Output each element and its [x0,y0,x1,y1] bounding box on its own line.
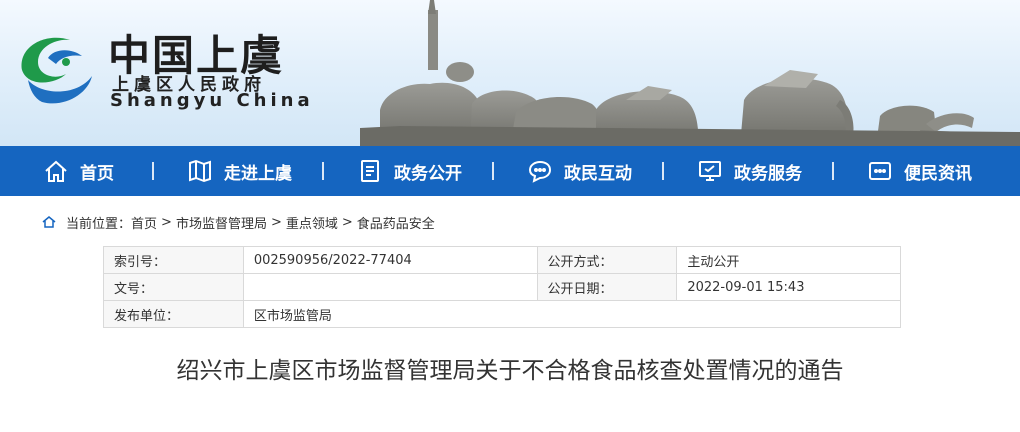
nav-divider [152,162,154,180]
main-nav: 首页 走进上虞 政务公开 政民互动 政务服务 便民资讯 [0,146,1020,196]
article-title: 绍兴市上虞区市场监督管理局关于不合格食品核查处置情况的通告 [176,358,844,384]
shangyu-logo-icon[interactable] [8,18,104,114]
breadcrumb-separator: > [270,214,282,230]
chat-icon [528,160,552,183]
nav-divider [832,162,834,180]
nav-item-about[interactable]: 走进上虞 [186,146,292,196]
home-icon [42,216,56,228]
info-board-icon [869,162,891,180]
nav-item-gov-affairs[interactable]: 政务公开 [356,146,462,196]
breadcrumb-link-home[interactable]: 首页 [131,213,157,232]
issuer-value: 区市场监管局 [242,300,902,328]
open-mode-label: 公开方式： [536,246,678,274]
open-mode-value: 主动公开 [676,246,901,274]
nav-item-interaction[interactable]: 政民互动 [526,146,632,196]
open-date-value: 2022-09-01 15:43 [676,273,901,301]
table-row: 发布单位： 区市场监管局 [103,300,902,328]
breadcrumb-prefix: 当前位置： [66,216,132,232]
breadcrumb-link-key-areas[interactable]: 重点领域 [286,213,338,232]
nav-divider [492,162,494,180]
document-icon [361,160,379,182]
nav-divider [322,162,324,180]
logo-english: Shangyu China [110,90,314,111]
breadcrumb-link-bureau[interactable]: 市场监督管理局 [176,213,267,232]
home-icon [45,160,67,182]
issuer-label: 发布单位： [103,300,244,328]
breadcrumb-link-food-drug[interactable]: 食品药品安全 [357,213,435,232]
breadcrumb-separator: > [341,214,353,230]
elephant-sculpture-image [360,0,1020,146]
open-date-label: 公开日期： [536,273,678,301]
map-icon [189,159,211,183]
nav-item-home[interactable]: 首页 [42,146,114,196]
nav-label: 便民资讯 [904,163,972,184]
nav-label: 政务公开 [394,163,462,184]
nav-label: 政务服务 [734,163,802,184]
table-row: 文号： 公开日期： 2022-09-01 15:43 [103,273,901,301]
table-row: 索引号： 002590956/2022-77404 公开方式： 主动公开 [103,246,901,274]
nav-label: 走进上虞 [224,163,292,184]
nav-divider [662,162,664,180]
breadcrumb-separator: > [161,214,172,230]
nav-item-info[interactable]: 便民资讯 [866,146,972,196]
nav-label: 首页 [80,163,114,184]
index-value: 002590956/2022-77404 [242,246,538,274]
nav-item-services[interactable]: 政务服务 [696,146,802,196]
nav-label: 政民互动 [564,163,632,184]
doc-number-value [242,273,538,301]
breadcrumb: 当前位置： 首页 > 市场监督管理局 > 重点领域 > 食品药品安全 [42,212,435,232]
document-meta-table: 索引号： 002590956/2022-77404 公开方式： 主动公开 文号：… [103,246,902,328]
monitor-icon [699,161,721,181]
site-banner: 中国上虞 上虞区人民政府 Shangyu China [0,0,1020,146]
doc-number-label: 文号： [103,273,244,301]
index-label: 索引号： [103,246,244,274]
